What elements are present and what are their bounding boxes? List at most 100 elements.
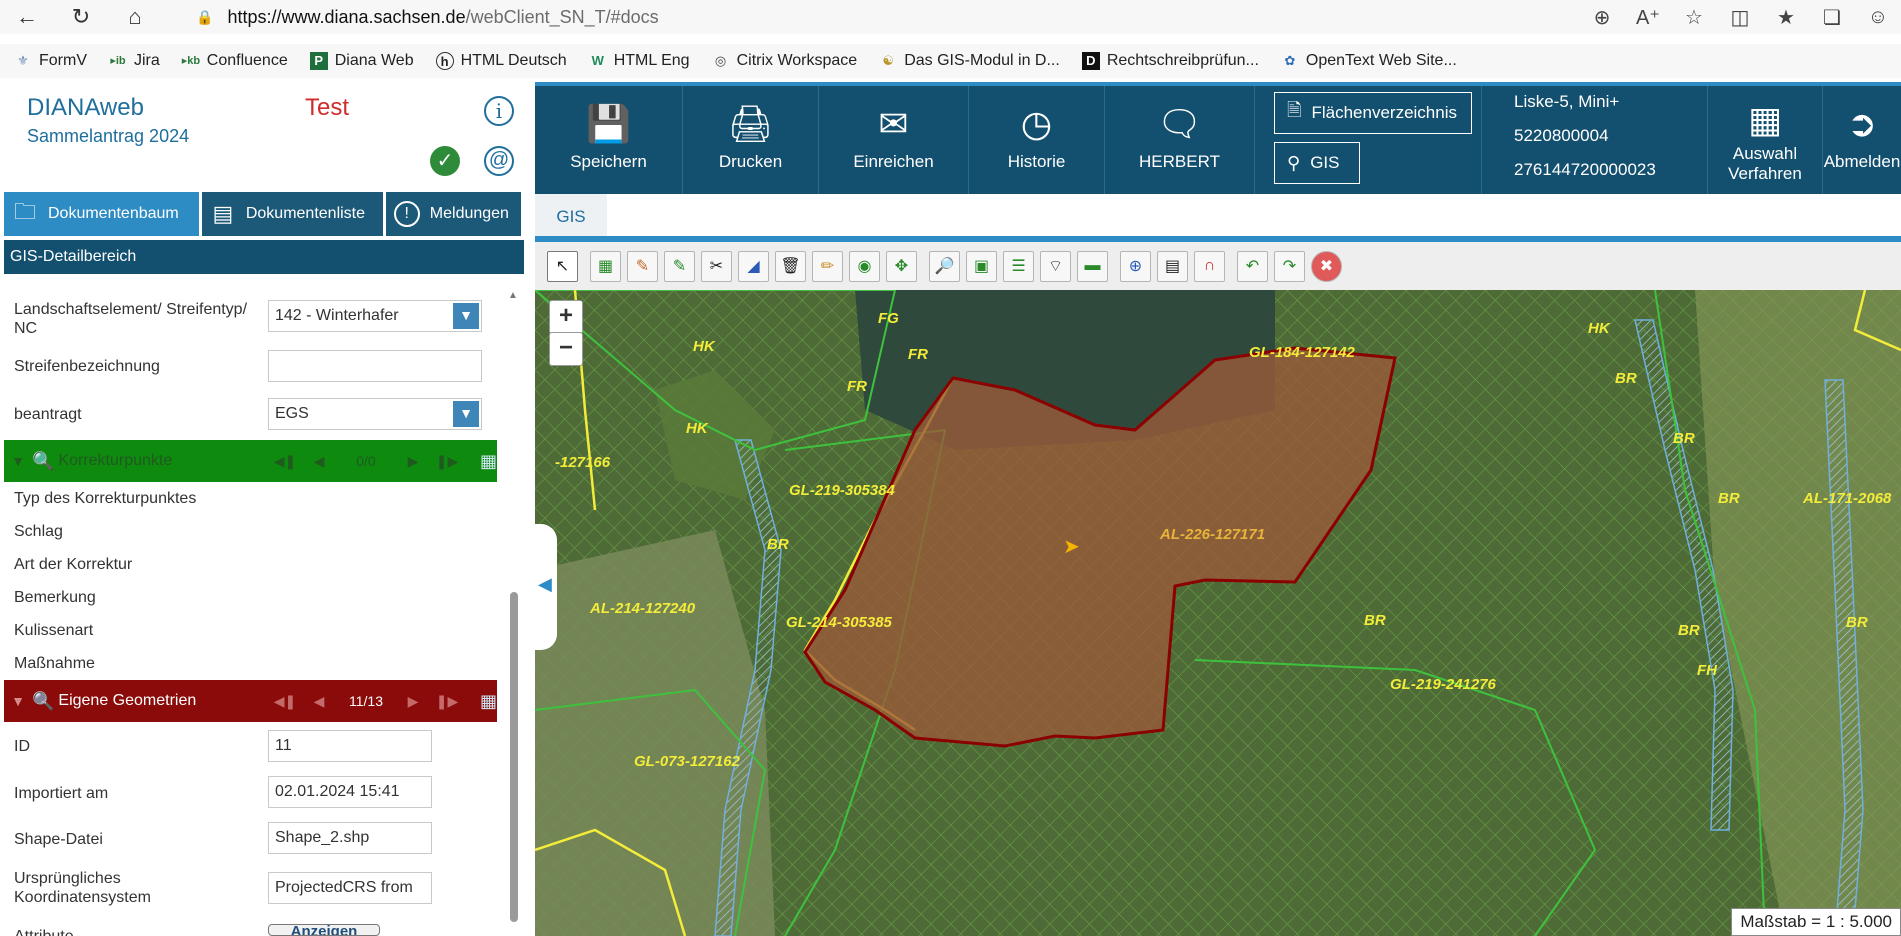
- first-icon[interactable]: ◀❚: [268, 693, 302, 710]
- bookmark-jira[interactable]: ▸ib Jira: [109, 52, 159, 70]
- eigene-geometrien-header[interactable]: ▼ 🔍 Eigene Geometrien ◀❚ ◀ 11/13 ▶ ❚▶ ▦: [4, 680, 497, 722]
- anzeigen-button[interactable]: Anzeigen: [268, 924, 380, 936]
- edit-pen-icon[interactable]: ✎: [627, 250, 658, 282]
- info-icon[interactable]: i: [484, 96, 514, 126]
- bookmarks-bar: ⚜ FormV ▸ib Jira ▸kb Confluence P Diana Web …: [0, 44, 1901, 78]
- last-icon[interactable]: ❚▶: [430, 453, 464, 470]
- measure-line-icon[interactable]: ⌔: [1040, 250, 1071, 282]
- draw-polygon-icon[interactable]: ▦: [590, 250, 621, 282]
- bookmark-html-deutsch[interactable]: h HTML Deutsch: [435, 52, 567, 70]
- bookmark-gis-modul[interactable]: ☯ Das GIS-Modul in D...: [879, 52, 1059, 70]
- reload-icon[interactable]: ↻: [54, 0, 108, 34]
- prev-icon[interactable]: ◀: [302, 453, 336, 470]
- collapse-panel-handle[interactable]: ◀: [535, 524, 557, 650]
- bookmark-formv[interactable]: ⚜ FormV: [14, 52, 87, 70]
- attribute-table-icon[interactable]: ▤: [1157, 250, 1188, 282]
- gis-map[interactable]: + − HK FG FR FR HK GL-184-127142 HK BR -…: [535, 290, 1901, 936]
- add-point-icon[interactable]: ⊕: [1120, 250, 1151, 282]
- eigene-title: Eigene Geometrien: [58, 692, 197, 709]
- next-icon[interactable]: ▶: [396, 453, 430, 470]
- bookmark-rechtschreibung[interactable]: D Rechtschreibprüfun...: [1081, 52, 1259, 70]
- map-label: BR: [1678, 622, 1700, 639]
- pencil-icon[interactable]: ✏: [812, 250, 843, 282]
- favorite-star-icon[interactable]: ☆: [1671, 5, 1717, 30]
- bookmark-html-eng[interactable]: W HTML Eng: [589, 52, 690, 70]
- abmelden-button[interactable]: ➲ Abmelden: [1823, 86, 1901, 194]
- home-icon[interactable]: ⌂: [108, 0, 162, 34]
- at-icon[interactable]: @: [484, 146, 514, 176]
- beantragt-select[interactable]: EGS ▼: [268, 398, 482, 430]
- einreichen-button[interactable]: ✉ Einreichen: [819, 86, 969, 194]
- zoom-icon[interactable]: ⊕: [1579, 5, 1625, 30]
- importiert-field[interactable]: 02.01.2024 15:41: [268, 776, 432, 808]
- tab-meldungen[interactable]: ! Meldungen: [385, 192, 521, 236]
- speichern-button[interactable]: 💾 Speichern: [535, 86, 683, 194]
- move-icon[interactable]: ✥: [886, 250, 917, 282]
- redo-icon[interactable]: ↷: [1274, 250, 1305, 282]
- historie-button[interactable]: ◷ Historie: [969, 86, 1105, 194]
- id-field[interactable]: 11: [268, 730, 432, 762]
- undo-icon[interactable]: ↶: [1237, 250, 1268, 282]
- collections-icon[interactable]: ❏: [1809, 5, 1855, 30]
- landschaft-select[interactable]: 142 - Winterhafer ▼: [268, 300, 482, 332]
- wheat-icon: ⚜: [17, 53, 29, 68]
- trash-icon[interactable]: 🗑: [775, 250, 806, 282]
- crs-field[interactable]: ProjectedCRS from: [268, 872, 432, 904]
- scrollbar-thumb[interactable]: [510, 592, 518, 922]
- tab-dokumentenliste[interactable]: ▤ Dokumentenliste: [201, 192, 383, 236]
- collapse-triangle-icon[interactable]: ▼: [4, 453, 32, 469]
- edit-vertex-icon[interactable]: ✎: [664, 250, 695, 282]
- profile-icon[interactable]: ☺: [1855, 6, 1901, 29]
- w-icon: W: [591, 53, 604, 68]
- streifen-input[interactable]: [268, 350, 482, 382]
- chevron-down-icon[interactable]: ▼: [453, 303, 479, 329]
- prev-icon[interactable]: ◀: [302, 693, 336, 710]
- last-icon[interactable]: ❚▶: [430, 693, 464, 710]
- back-arrow-icon[interactable]: ←: [0, 0, 54, 34]
- first-icon[interactable]: ◀❚: [268, 453, 302, 470]
- layers-icon[interactable]: ☰: [1003, 250, 1034, 282]
- shape-field[interactable]: Shape_2.shp: [268, 822, 432, 854]
- tab-dokumentenbaum[interactable]: 🗀 Dokumentenbaum: [4, 192, 199, 236]
- drucken-button[interactable]: 🖨 Drucken: [683, 86, 819, 194]
- check-icon[interactable]: ✓: [430, 146, 460, 176]
- measure-area-icon[interactable]: ▬: [1077, 250, 1108, 282]
- layer-split-icon[interactable]: ▣: [966, 250, 997, 282]
- tab-gis[interactable]: GIS: [535, 194, 607, 240]
- zoom-out-button[interactable]: −: [549, 332, 583, 366]
- korrektur-header[interactable]: ▼ 🔍 Korrekturpunkte ◀❚ ◀ 0/0 ▶ ❚▶ ▦: [4, 440, 497, 482]
- favorites-icon[interactable]: ★: [1763, 5, 1809, 30]
- address-bar[interactable]: 🔒 https://www.diana.sachsen.de/webClient…: [196, 4, 659, 30]
- url-path: /webClient_SN_T/#docs: [465, 6, 659, 27]
- scissors-icon[interactable]: ✂: [701, 250, 732, 282]
- bookmark-confluence[interactable]: ▸kb Confluence: [182, 52, 288, 70]
- next-icon[interactable]: ▶: [396, 693, 430, 710]
- auswahl-verfahren-button[interactable]: ▦ Auswahl Verfahren: [1707, 86, 1823, 194]
- mouse-cursor-icon: ➤: [1063, 536, 1080, 558]
- grid-icon[interactable]: ▦: [480, 451, 497, 472]
- merge-polygon-icon[interactable]: ◢: [738, 250, 769, 282]
- bookmark-citrix[interactable]: ◎ Citrix Workspace: [712, 52, 857, 70]
- magnifier-icon[interactable]: 🔍: [32, 451, 58, 472]
- select-arrow-icon[interactable]: ↖: [547, 250, 578, 282]
- magnifier-icon[interactable]: 🔍: [32, 691, 58, 712]
- scroll-up-icon[interactable]: ▲: [508, 290, 518, 301]
- vertex-nodes-icon[interactable]: ◉: [849, 250, 880, 282]
- zoom-to-icon[interactable]: 🔎: [929, 250, 960, 282]
- zoom-in-button[interactable]: +: [549, 300, 583, 334]
- bookmark-opentext[interactable]: ✿ OpenText Web Site...: [1281, 52, 1456, 70]
- map-label-selected-parcel: AL-226-127171: [1160, 526, 1266, 543]
- split-screen-icon[interactable]: ◫: [1717, 5, 1763, 30]
- cancel-icon[interactable]: ✖: [1311, 250, 1342, 282]
- herbert-button[interactable]: 🗨 HERBERT: [1105, 86, 1255, 194]
- read-aloud-icon[interactable]: A⁺: [1625, 5, 1671, 30]
- grid-icon[interactable]: ▦: [480, 691, 497, 712]
- map-label: AL-171-2068: [1803, 490, 1892, 507]
- collapse-triangle-icon[interactable]: ▼: [4, 693, 32, 709]
- flaechenverzeichnis-button[interactable]: 🗎 Flächenverzeichnis: [1274, 92, 1472, 134]
- gis-button[interactable]: ⚲ GIS: [1274, 142, 1360, 184]
- chevron-down-icon[interactable]: ▼: [453, 401, 479, 427]
- map-label: AL-214-127240: [590, 600, 696, 617]
- bookmark-diana-web[interactable]: P Diana Web: [309, 52, 414, 70]
- magnet-icon[interactable]: ∩: [1194, 250, 1225, 282]
